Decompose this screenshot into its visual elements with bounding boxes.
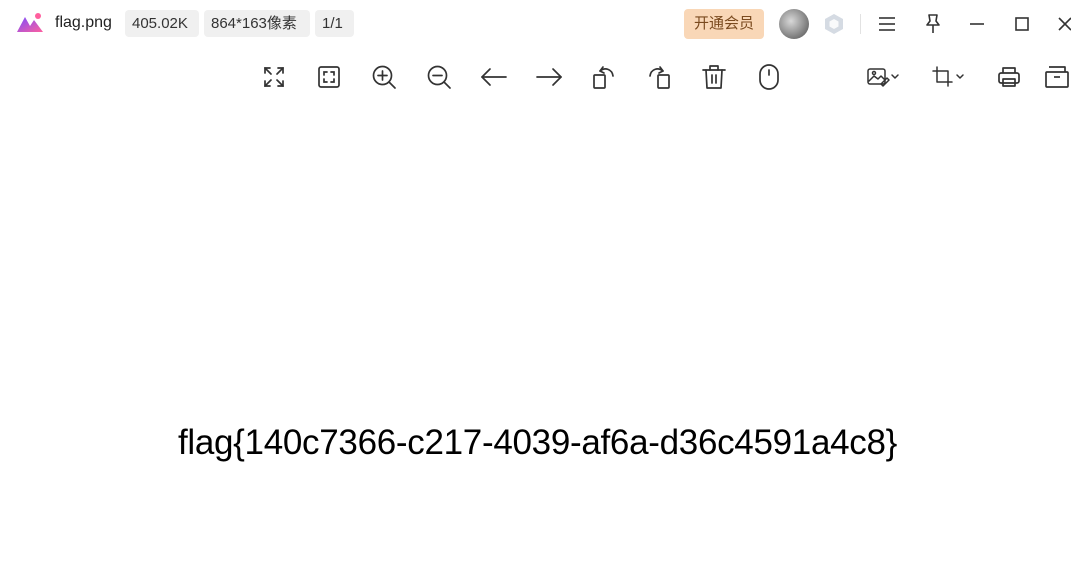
rotate-right-icon[interactable] [645,63,673,91]
maximize-icon[interactable] [1010,12,1034,36]
displayed-image-text: flag{140c7366-c217-4039-af6a-d36c4591a4c… [177,423,898,462]
open-vip-button[interactable]: 开通会员 [684,9,764,39]
menu-icon[interactable] [875,12,899,36]
next-icon[interactable] [535,63,563,91]
rotate-left-icon[interactable] [590,63,618,91]
archive-icon[interactable] [1043,63,1071,91]
fit-window-icon[interactable] [315,63,343,91]
crop-dropdown[interactable] [930,64,970,90]
close-icon[interactable] [1053,12,1071,36]
fullscreen-icon[interactable] [260,63,288,91]
zoom-in-icon[interactable] [370,63,398,91]
zoom-out-icon[interactable] [425,63,453,91]
title-bar: flag.png 405.02K 864*163像素 1/1 开通会员 [0,0,1071,48]
page-indicator-badge: 1/1 [315,10,354,37]
hexagon-badge-icon[interactable] [823,13,845,35]
mouse-icon[interactable] [755,63,783,91]
image-dimensions-badge: 864*163像素 [204,10,310,37]
app-logo-icon [15,11,45,35]
pin-icon[interactable] [921,12,945,36]
title-separator [860,14,861,34]
file-size-badge: 405.02K [125,10,199,37]
previous-icon[interactable] [480,63,508,91]
delete-icon[interactable] [700,63,728,91]
image-viewport[interactable]: flag{140c7366-c217-4039-af6a-d36c4591a4c… [0,100,1071,568]
image-edit-dropdown[interactable] [865,64,905,90]
file-name: flag.png [55,14,112,31]
print-icon[interactable] [995,63,1023,91]
user-avatar[interactable] [779,9,809,39]
image-toolbar [0,52,1071,100]
minimize-icon[interactable] [965,12,989,36]
